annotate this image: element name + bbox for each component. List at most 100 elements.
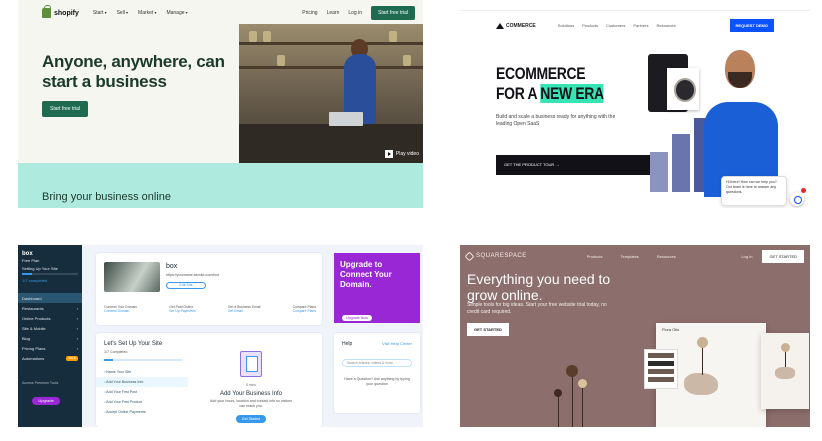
chevron-right-icon: › [76,315,78,321]
squarespace-logo-icon [464,251,475,261]
play-icon [384,150,393,158]
sidebar-plan: Free Plan [22,258,40,263]
nav-solutions[interactable]: Solutions [558,23,574,28]
sidebar-item-dashboard[interactable]: Dashboard [18,293,82,303]
sidebar-item-automations[interactable]: Automations SALE [18,353,82,363]
start-trial-button-nav[interactable]: Start free trial [370,6,415,20]
nav-resources[interactable]: Resources [656,23,675,28]
hero-headline: ECOMMERCE FOR A NEW ERA [496,64,604,105]
get-started-button[interactable]: Get Started [236,415,266,423]
start-trial-button[interactable]: Start free trial [42,101,89,117]
get-started-button-nav[interactable]: GET STARTED [762,249,804,263]
setup-step[interactable]: Add Your First Post [96,387,188,397]
hero-headline: Everything you need to grow online. [467,271,611,304]
play-video-button[interactable]: Play video [384,150,419,158]
nav-products[interactable]: Products [582,23,598,28]
shopify-brand: shopify [54,9,79,17]
nav-start[interactable]: Start [93,10,107,16]
login-link[interactable]: Log In [741,254,752,259]
squarespace-brand: SQUARESPACE [476,253,527,259]
band-heading: Bring your business online [42,191,172,203]
bigcommerce-brand: COMMERCE [506,22,536,29]
nav-partners[interactable]: Partners [633,23,648,28]
chevron-right-icon: › [76,325,78,331]
squarespace-nav: SQUARESPACE Products Templates Resources… [460,245,810,267]
nav-market[interactable]: Market [138,10,156,16]
chevron-right-icon: › [76,305,78,311]
product-tour-button[interactable]: GET THE PRODUCT TOUR → [496,155,650,175]
template-title: Flora Oils [662,327,680,332]
nav-sell[interactable]: Sell [117,10,128,16]
upgrade-button[interactable]: Upgrade [32,397,60,405]
step-duration: 5 mins [246,383,256,387]
sidebar-item-site-mobile[interactable]: Site & Mobile › [18,323,82,333]
shopify-logo[interactable]: shopify [42,5,79,18]
chat-launcher-icon[interactable] [790,192,804,206]
help-search-input[interactable]: Search articles, videos & more [342,359,412,367]
hero-subtitle: Build and scale a business ready for any… [496,114,616,127]
sidebar-item-restaurants[interactable]: Restaurants › [18,303,82,313]
quick-action[interactable]: Compare Plans Compare Plans [293,305,316,313]
squarespace-panel: SQUARESPACE Products Templates Resources… [460,245,810,427]
bigcommerce-logo[interactable]: COMMERCE [496,22,536,29]
play-video-label: Play video [395,151,419,157]
sale-badge: SALE [66,355,78,361]
login-link[interactable]: Log in [348,10,362,16]
nav-templates[interactable]: Templates [621,254,639,259]
sidebar-setup-label[interactable]: Setting Up Your Site [18,263,82,271]
quick-action[interactable]: Get a Business Email Get Email [228,305,260,313]
setup-title: Let's Set Up Your Site [104,341,163,347]
sidebar: box Free Plan Setting Up Your Site 1/7 c… [18,245,82,427]
promo-title: Upgrade to Connect Your Domain. [340,260,392,289]
squarespace-logo[interactable]: SQUARESPACE [464,251,527,261]
quick-actions: Connect Your Domain Connect Domain Get Pa… [104,305,316,313]
setup-step[interactable]: Name Your Site [96,367,188,377]
shopify-nav: shopify Start Sell Market Manage Pricing… [18,0,423,26]
site-thumbnail[interactable] [104,262,160,292]
chat-popup[interactable]: Hi there! How can we help you? Our team … [721,176,787,206]
sidebar-item-pricing-plans[interactable]: Pricing Plans › [18,343,82,353]
quick-action[interactable]: Get Paid Online Set Up Payments [169,305,195,313]
upgrade-now-button[interactable]: Upgrade Now [342,315,372,321]
setup-step[interactable]: Add Your First Product [96,397,188,407]
setup-progress-label: 1/7 Completed [104,350,128,354]
site-card: box https://yourname.wixsite.com/box Edi… [96,253,322,325]
nav-manage[interactable]: Manage [166,10,187,16]
request-demo-button[interactable]: REQUEST DEMO [729,19,774,32]
hero-headline: Anyone, anywhere, can start a business [42,52,225,91]
nav-learn[interactable]: Learn [327,10,340,16]
chevron-right-icon: › [76,345,78,351]
clipboard-icon [240,351,262,377]
triangle-logo-icon [496,22,504,29]
quick-action[interactable]: Connect Your Domain Connect Domain [104,305,137,313]
nav-customers[interactable]: Customers [606,23,625,28]
notification-badge [801,188,806,193]
sidebar-setup-pct: 1/7 completed [22,278,48,283]
edit-site-button[interactable]: Edit Site [166,282,206,289]
setup-steps: Name Your Site Add Your Business Info Ad… [96,367,188,417]
chevron-right-icon: › [76,335,78,341]
site-title: box [166,263,178,270]
help-center-link[interactable]: Visit Help Center [382,341,412,346]
setup-step[interactable]: Accept Online Payments [96,407,188,417]
premium-tools-label: Access Premium Tools [22,381,59,385]
nav-products[interactable]: Products [587,254,603,259]
upgrade-promo-card: Upgrade to Connect Your Domain. Upgrade … [334,253,420,323]
promo-band: Bring your business online [18,163,423,208]
template-preview-panel[interactable] [644,349,678,389]
sidebar-site-name[interactable]: box [22,251,78,257]
nav-resources[interactable]: Resources [657,254,676,259]
sidebar-item-blog[interactable]: Blog › [18,333,82,343]
get-started-button[interactable]: GET STARTED [467,323,509,336]
site-url[interactable]: https://yourname.wixsite.com/box [166,273,219,277]
headline-line-1: ECOMMERCE [496,64,586,83]
template-preview-mobile[interactable] [761,333,809,409]
headline-highlight: NEW ERA [540,84,604,104]
setup-step-active[interactable]: Add Your Business Info [96,377,188,387]
hero-subtitle: Simple tools for big ideas. Start your f… [467,302,607,315]
help-question-text: Have a Question? Ask anything by typing … [344,377,410,387]
sidebar-item-online-products[interactable]: Online Products › [18,313,82,323]
nav-pricing[interactable]: Pricing [302,10,317,16]
step-title: Add Your Business Info [219,391,283,397]
bigcommerce-nav: COMMERCE Solutions Products Customers Pa… [460,10,810,40]
